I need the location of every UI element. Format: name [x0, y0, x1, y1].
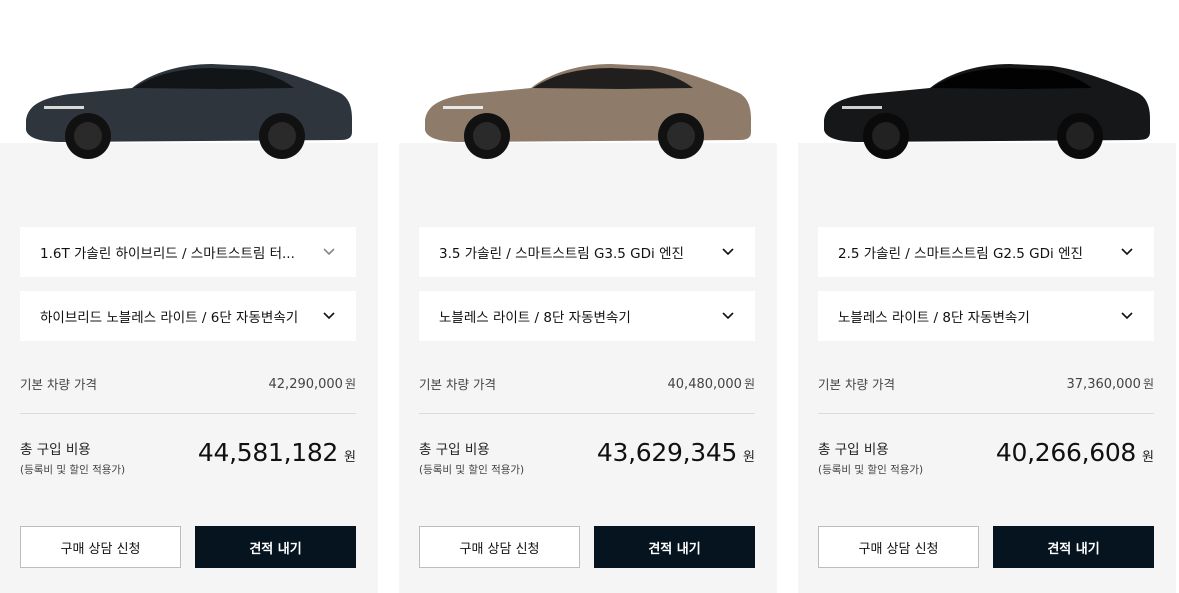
base-price: 40,480,000 원 [668, 375, 755, 392]
purchase-consult-button[interactable]: 구매 상담 신청 [20, 526, 181, 568]
total-cost-note: (등록비 및 할인 적용가) [419, 464, 525, 476]
trim-card-3: 2.5 가솔린 / 스마트스트림 G2.5 GDi 엔진 노블레스 라이트 / … [798, 0, 1176, 593]
trim-cards: 1.6T 가솔린 하이브리드 / 스마트스트림 터... 하이브리드 노블레스 … [0, 0, 1179, 593]
total-price-value: 40,266,608 [995, 438, 1137, 467]
trim-select-value: 노블레스 라이트 / 8단 자동변속기 [439, 310, 631, 326]
total-cost-note: (등록비 및 할인 적용가) [818, 464, 924, 476]
total-cost-label: 총 구입 비용 [818, 442, 889, 458]
base-price-label: 기본 차량 가격 [419, 377, 496, 392]
total-cost-label: 총 구입 비용 [20, 442, 91, 458]
engine-select[interactable]: 2.5 가솔린 / 스마트스트림 G2.5 GDi 엔진 [818, 227, 1154, 277]
base-price-unit: 원 [1142, 377, 1154, 391]
chevron-down-icon [721, 309, 735, 323]
purchase-consult-button[interactable]: 구매 상담 신청 [818, 526, 979, 568]
base-price-unit: 원 [344, 377, 356, 391]
engine-select[interactable]: 1.6T 가솔린 하이브리드 / 스마트스트림 터... [20, 227, 356, 277]
base-price-label: 기본 차량 가격 [818, 377, 895, 392]
total-price-unit: 원 [344, 450, 356, 465]
engine-select-value: 3.5 가솔린 / 스마트스트림 G3.5 GDi 엔진 [439, 246, 684, 262]
engine-select[interactable]: 3.5 가솔린 / 스마트스트림 G3.5 GDi 엔진 [419, 227, 755, 277]
chevron-down-icon [322, 309, 336, 323]
total-price: 44,581,182 원 [198, 438, 356, 467]
trim-card-2: 3.5 가솔린 / 스마트스트림 G3.5 GDi 엔진 노블레스 라이트 / … [399, 0, 777, 593]
trim-card-1: 1.6T 가솔린 하이브리드 / 스마트스트림 터... 하이브리드 노블레스 … [0, 0, 378, 593]
base-price-unit: 원 [743, 377, 755, 391]
chevron-down-icon [721, 245, 735, 259]
trim-select[interactable]: 하이브리드 노블레스 라이트 / 6단 자동변속기 [20, 291, 356, 341]
get-quote-button[interactable]: 견적 내기 [594, 526, 755, 568]
base-price-label: 기본 차량 가격 [20, 377, 97, 392]
total-price-unit: 원 [743, 450, 755, 465]
trim-select[interactable]: 노블레스 라이트 / 8단 자동변속기 [818, 291, 1154, 341]
engine-select-value: 2.5 가솔린 / 스마트스트림 G2.5 GDi 엔진 [838, 246, 1083, 262]
divider [818, 413, 1154, 414]
chevron-down-icon [322, 245, 336, 259]
get-quote-button[interactable]: 견적 내기 [993, 526, 1154, 568]
total-price-unit: 원 [1142, 450, 1154, 465]
base-price-value: 40,480,000 [667, 377, 742, 392]
total-cost-label: 총 구입 비용 [419, 442, 490, 458]
chevron-down-icon [1120, 309, 1134, 323]
divider [20, 413, 356, 414]
engine-select-value: 1.6T 가솔린 하이브리드 / 스마트스트림 터... [40, 246, 295, 262]
purchase-consult-button[interactable]: 구매 상담 신청 [419, 526, 580, 568]
car-image [421, 58, 757, 160]
base-price-value: 42,290,000 [268, 377, 343, 392]
sedan-image [425, 64, 751, 159]
chevron-down-icon [1120, 245, 1134, 259]
sedan-image [26, 64, 352, 159]
car-image [820, 58, 1156, 160]
base-price-value: 37,360,000 [1066, 377, 1141, 392]
total-price: 43,629,345 원 [597, 438, 755, 467]
trim-select-value: 하이브리드 노블레스 라이트 / 6단 자동변속기 [40, 310, 299, 326]
divider [419, 413, 755, 414]
total-price: 40,266,608 원 [996, 438, 1154, 467]
total-cost-note: (등록비 및 할인 적용가) [20, 464, 126, 476]
total-price-value: 44,581,182 [197, 438, 339, 467]
sedan-image [824, 64, 1150, 159]
trim-select[interactable]: 노블레스 라이트 / 8단 자동변속기 [419, 291, 755, 341]
base-price: 37,360,000 원 [1067, 375, 1154, 392]
total-price-value: 43,629,345 [596, 438, 738, 467]
car-image [22, 58, 358, 160]
base-price: 42,290,000 원 [269, 375, 356, 392]
trim-select-value: 노블레스 라이트 / 8단 자동변속기 [838, 310, 1030, 326]
get-quote-button[interactable]: 견적 내기 [195, 526, 356, 568]
